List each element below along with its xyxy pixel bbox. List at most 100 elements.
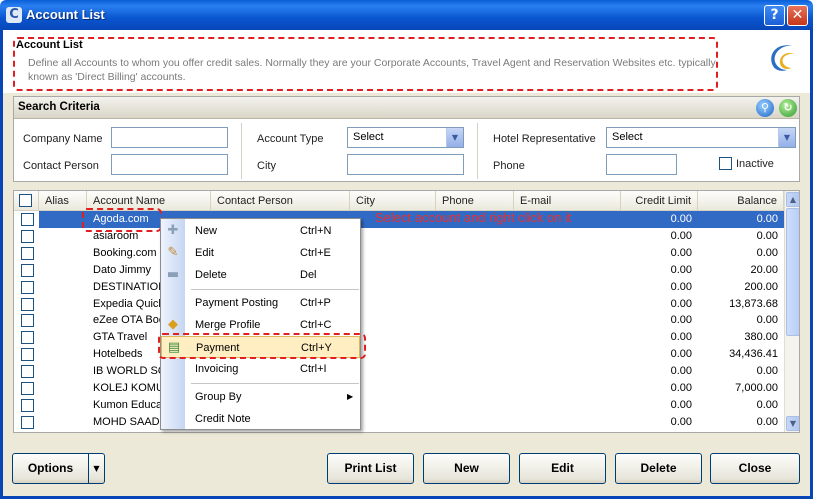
menu-item-shortcut: Ctrl+C xyxy=(300,319,332,331)
column-header-phone[interactable]: Phone xyxy=(436,191,514,211)
new-button[interactable]: New xyxy=(423,453,510,484)
menu-item-label: Invoicing xyxy=(195,363,239,375)
menu-item-delete[interactable]: ▬ Delete Del xyxy=(161,264,360,286)
table-row[interactable]: Hotelbeds 0.00 34,436.41 xyxy=(14,346,784,363)
delete-button[interactable]: Delete xyxy=(615,453,702,484)
help-button[interactable]: ? xyxy=(764,5,785,26)
hotel-representative-label: Hotel Representative xyxy=(493,133,596,145)
credit-limit-cell: 0.00 xyxy=(670,263,692,276)
row-checkbox[interactable] xyxy=(21,246,34,260)
refresh-icon[interactable]: ↻ xyxy=(779,99,797,117)
table-row[interactable]: GTA Travel 0.00 380.00 xyxy=(14,329,784,346)
menu-item-label: Payment Posting xyxy=(195,297,279,309)
hotel-representative-value: Select xyxy=(612,131,643,143)
account-type-select[interactable]: Select ▼ xyxy=(347,127,464,148)
scroll-down-icon[interactable]: ▼ xyxy=(786,416,799,431)
row-checkbox[interactable] xyxy=(21,263,34,277)
row-checkbox[interactable] xyxy=(21,213,34,226)
city-input[interactable] xyxy=(347,154,464,175)
row-checkbox[interactable] xyxy=(21,331,34,345)
grid-scrollbar[interactable]: ▲ ▼ xyxy=(784,191,799,432)
row-checkbox[interactable] xyxy=(21,314,34,328)
inactive-checkbox[interactable] xyxy=(719,157,732,170)
search-divider xyxy=(477,123,478,179)
options-button[interactable]: Options xyxy=(12,453,89,484)
menu-item-credit-note[interactable]: Credit Note xyxy=(161,408,360,430)
options-dropdown-icon[interactable]: ▼ xyxy=(88,453,105,484)
row-checkbox[interactable] xyxy=(21,280,34,294)
search-criteria-panel: Search Criteria ⚲ ↻ Company Name Contact… xyxy=(13,96,800,182)
scroll-up-icon[interactable]: ▲ xyxy=(786,192,799,207)
menu-item-shortcut: Del xyxy=(300,269,317,281)
column-header-city[interactable]: City xyxy=(350,191,436,211)
balance-cell: 34,436.41 xyxy=(729,348,778,361)
close-button[interactable]: Close xyxy=(710,453,800,484)
row-checkbox[interactable] xyxy=(21,348,34,362)
credit-limit-cell: 0.00 xyxy=(670,382,692,394)
alias-cell xyxy=(39,397,87,414)
credit-limit-cell: 0.00 xyxy=(670,365,692,378)
balance-cell: 0.00 xyxy=(756,213,778,225)
select-all-checkbox[interactable] xyxy=(19,194,32,207)
plus-icon: ✚ xyxy=(167,223,179,238)
app-logo-icon: C xyxy=(6,7,22,23)
menu-item-shortcut: Ctrl+I xyxy=(300,363,327,375)
column-header-email[interactable]: E-mail xyxy=(514,191,621,211)
row-checkbox[interactable] xyxy=(21,229,34,243)
alias-cell xyxy=(39,312,87,329)
menu-item-invoicing[interactable]: Invoicing Ctrl+I xyxy=(161,358,360,380)
scroll-thumb[interactable] xyxy=(786,208,799,336)
row-checkbox[interactable] xyxy=(21,297,34,311)
alias-cell xyxy=(39,262,87,279)
table-row[interactable]: MOHD SAAD 0.00 0.00 xyxy=(14,414,784,431)
row-checkbox[interactable] xyxy=(21,398,34,412)
column-header-balance[interactable]: Balance xyxy=(698,191,784,211)
row-checkbox[interactable] xyxy=(21,382,34,395)
alias-cell xyxy=(39,363,87,380)
column-header-contact-person[interactable]: Contact Person xyxy=(211,191,350,211)
contact-person-input[interactable] xyxy=(111,154,228,175)
chevron-down-icon[interactable]: ▼ xyxy=(446,128,463,147)
edit-button[interactable]: Edit xyxy=(519,453,606,484)
print-list-button[interactable]: Print List xyxy=(327,453,414,484)
menu-item-payment-posting[interactable]: Payment Posting Ctrl+P xyxy=(161,292,360,314)
menu-item-new[interactable]: ✚ New Ctrl+N xyxy=(161,220,360,242)
credit-limit-cell: 0.00 xyxy=(670,348,692,361)
chevron-down-icon[interactable]: ▼ xyxy=(778,128,795,147)
balance-cell: 380.00 xyxy=(744,331,778,344)
merge-icon: ◆ xyxy=(168,317,178,332)
payment-annotation xyxy=(158,333,366,359)
page-description: Define all Accounts to whom you offer cr… xyxy=(28,57,716,83)
table-row[interactable]: Kumon Educat 0.00 0.00 xyxy=(14,397,784,414)
alias-cell xyxy=(39,346,87,363)
table-row[interactable]: Booking.com 0.00 0.00 xyxy=(14,245,784,262)
column-header-credit-limit[interactable]: Credit Limit xyxy=(621,191,698,211)
company-name-input[interactable] xyxy=(111,127,228,148)
credit-limit-cell: 0.00 xyxy=(670,229,692,242)
balance-cell: 7,000.00 xyxy=(735,382,778,394)
hotel-representative-select[interactable]: Select ▼ xyxy=(606,127,796,148)
column-header-alias[interactable]: Alias xyxy=(39,191,87,211)
table-row[interactable]: Expedia Quick 0.00 13,873.68 xyxy=(14,296,784,313)
credit-limit-cell: 0.00 xyxy=(670,280,692,293)
table-row[interactable]: DESTINATION 0.00 200.00 xyxy=(14,279,784,296)
context-menu: ✚ New Ctrl+N ✎ Edit Ctrl+E ▬ Delete Del … xyxy=(160,218,361,430)
phone-input[interactable] xyxy=(606,154,677,175)
table-row[interactable]: KOLEJ KOMUN 0.00 7,000.00 xyxy=(14,380,784,397)
credit-limit-cell: 0.00 xyxy=(670,246,692,259)
table-row[interactable]: eZee OTA Boo 0.00 0.00 xyxy=(14,312,784,329)
table-row[interactable]: IB WORLD SC 0.00 0.00 xyxy=(14,363,784,380)
menu-item-label: Credit Note xyxy=(195,413,251,425)
row-checkbox[interactable] xyxy=(21,415,34,429)
inactive-label: Inactive xyxy=(736,158,774,170)
account-type-value: Select xyxy=(353,131,384,143)
table-row[interactable]: Dato Jimmy 0.00 20.00 xyxy=(14,262,784,279)
menu-item-edit[interactable]: ✎ Edit Ctrl+E xyxy=(161,242,360,264)
menu-item-shortcut: Ctrl+E xyxy=(300,247,331,259)
menu-item-group-by[interactable]: Group By ▶ xyxy=(161,386,360,408)
close-window-button[interactable]: ✕ xyxy=(787,5,808,26)
menu-item-label: Edit xyxy=(195,247,214,259)
alias-cell xyxy=(39,245,87,262)
row-checkbox[interactable] xyxy=(21,365,34,379)
search-icon[interactable]: ⚲ xyxy=(756,99,774,117)
